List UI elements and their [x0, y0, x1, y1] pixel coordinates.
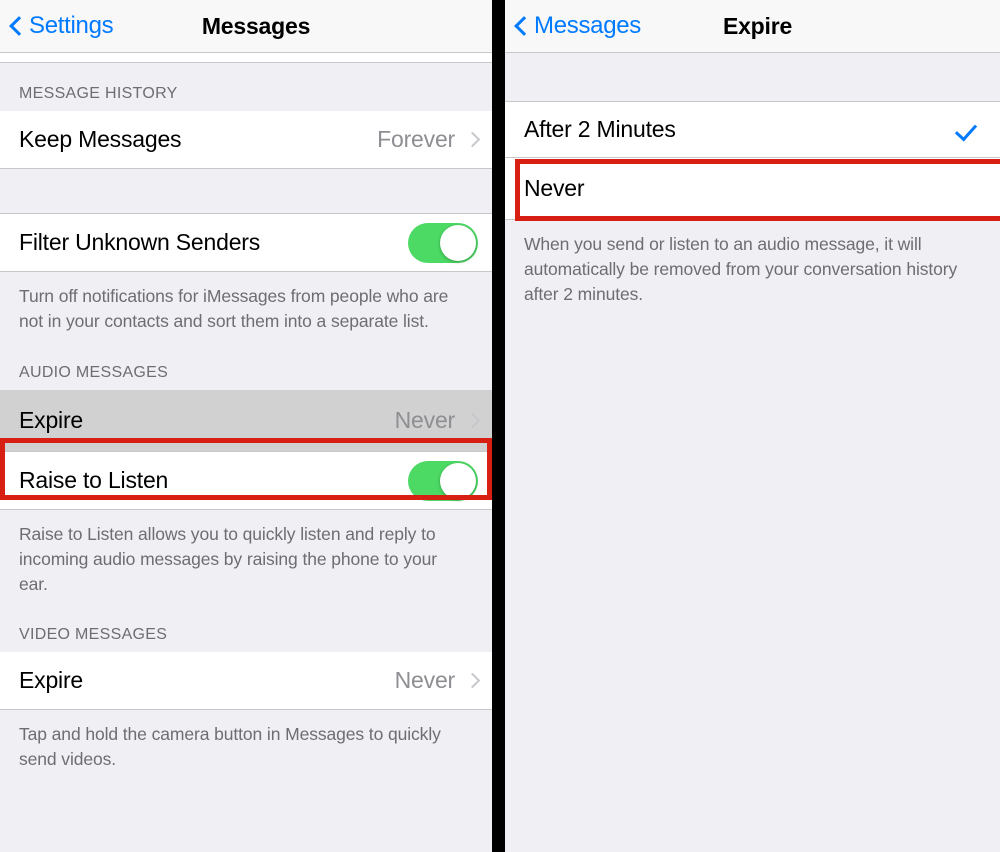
row-filter-unknown-senders[interactable]: Filter Unknown Senders — [0, 214, 492, 272]
disclosure-chevron-icon — [467, 411, 478, 430]
right-page-title: Expire — [722, 12, 793, 39]
top-white-strip — [0, 53, 492, 63]
row-video-expire-value: Never — [394, 667, 456, 693]
option-never-label: Never — [524, 175, 585, 201]
section-header-audio-messages: AUDIO MESSAGES — [0, 352, 492, 390]
row-video-expire-label: Expire — [19, 667, 83, 693]
footnote-filter-unknown-senders: Turn off notifications for iMessages fro… — [0, 272, 492, 352]
panel-divider — [492, 0, 505, 852]
row-audio-expire-value: Never — [394, 407, 456, 433]
footnote-raise-to-listen: Raise to Listen allows you to quickly li… — [0, 510, 492, 614]
checkmark-icon — [956, 117, 982, 143]
disclosure-chevron-icon — [467, 130, 478, 149]
footnote-video-messages: Tap and hold the camera button in Messag… — [0, 710, 492, 772]
row-keep-messages-label: Keep Messages — [19, 126, 182, 152]
row-filter-unknown-senders-label: Filter Unknown Senders — [19, 229, 261, 255]
row-keep-messages[interactable]: Keep Messages Forever — [0, 111, 492, 169]
row-raise-to-listen[interactable]: Raise to Listen — [0, 452, 492, 510]
left-page-title: Messages — [201, 12, 311, 39]
dual-screenshot-container: Settings Messages MESSAGE HISTORY Keep M… — [0, 0, 1000, 852]
right-navigation-bar: Messages Expire — [505, 0, 1000, 53]
section-header-video-messages: VIDEO MESSAGES — [0, 614, 492, 652]
footnote-expire-description: When you send or listen to an audio mess… — [505, 220, 1000, 307]
expire-options-screen: Messages Expire After 2 Minutes Never Wh… — [505, 0, 1000, 852]
section-gap-1 — [0, 169, 492, 214]
option-never[interactable]: Never — [505, 158, 1000, 220]
row-raise-to-listen-label: Raise to Listen — [19, 467, 169, 493]
row-audio-expire-label: Expire — [19, 407, 83, 433]
top-group-gap — [505, 53, 1000, 102]
raise-to-listen-toggle[interactable] — [408, 460, 478, 501]
toggle-knob — [440, 224, 476, 261]
messages-settings-screen: Settings Messages MESSAGE HISTORY Keep M… — [0, 0, 492, 852]
row-audio-expire[interactable]: Expire Never — [0, 390, 492, 452]
row-keep-messages-value: Forever — [377, 126, 455, 152]
filter-unknown-senders-toggle[interactable] — [408, 222, 478, 263]
toggle-knob — [440, 462, 476, 499]
section-header-message-history: MESSAGE HISTORY — [0, 63, 492, 111]
row-video-expire[interactable]: Expire Never — [0, 652, 492, 710]
left-navigation-bar: Settings Messages — [0, 0, 492, 53]
disclosure-chevron-icon — [467, 671, 478, 690]
option-after-2-minutes-label: After 2 Minutes — [524, 116, 676, 142]
option-after-2-minutes[interactable]: After 2 Minutes — [505, 102, 1000, 158]
